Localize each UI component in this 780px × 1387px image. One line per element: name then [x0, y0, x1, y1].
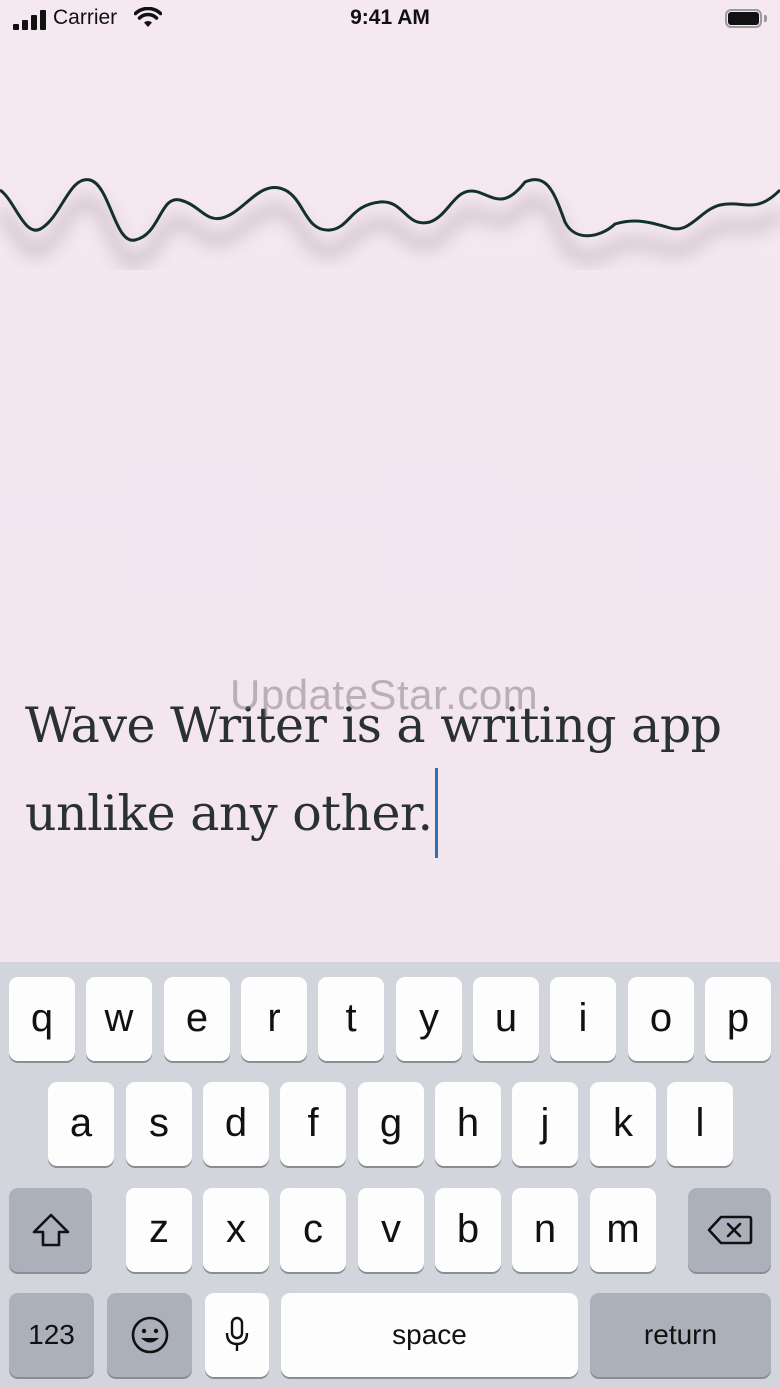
status-bar: Carrier 9:41 AM: [0, 0, 780, 40]
key-r[interactable]: r: [241, 977, 307, 1061]
key-u[interactable]: u: [473, 977, 539, 1061]
key-e[interactable]: e: [164, 977, 230, 1061]
key-x[interactable]: x: [203, 1188, 269, 1272]
key-d[interactable]: d: [203, 1082, 269, 1166]
key-o[interactable]: o: [628, 977, 694, 1061]
key-j[interactable]: j: [512, 1082, 578, 1166]
watermark: UpdateStar.com: [230, 671, 539, 718]
key-h[interactable]: h: [435, 1082, 501, 1166]
key-f[interactable]: f: [280, 1082, 346, 1166]
key-s[interactable]: s: [126, 1082, 192, 1166]
key-i[interactable]: i: [550, 977, 616, 1061]
key-g[interactable]: g: [358, 1082, 424, 1166]
delete-key[interactable]: [688, 1188, 771, 1272]
key-w[interactable]: w: [86, 977, 152, 1061]
emoji-icon: [131, 1316, 168, 1354]
status-time: 9:41 AM: [350, 6, 430, 29]
numbers-key[interactable]: 123: [9, 1293, 94, 1377]
emoji-key[interactable]: [107, 1293, 192, 1377]
key-b[interactable]: b: [435, 1188, 501, 1272]
key-v[interactable]: v: [358, 1188, 424, 1272]
battery-icon: [725, 9, 767, 28]
return-key[interactable]: return: [590, 1293, 771, 1377]
text-caret: [434, 767, 438, 858]
key-l[interactable]: l: [667, 1082, 733, 1166]
shift-icon: [32, 1213, 69, 1247]
key-n[interactable]: n: [512, 1188, 578, 1272]
key-z[interactable]: z: [126, 1188, 192, 1272]
backspace-icon: [707, 1215, 752, 1245]
key-a[interactable]: a: [48, 1082, 114, 1166]
space-key[interactable]: space: [281, 1293, 578, 1377]
key-q[interactable]: q: [9, 977, 75, 1061]
key-k[interactable]: k: [590, 1082, 656, 1166]
app-screen: Carrier 9:41 AM Wave Writer is a writing…: [0, 0, 780, 1387]
microphone-icon: [225, 1316, 249, 1351]
key-p[interactable]: p: [705, 977, 771, 1061]
keyboard: q w e r t y u i o p a s d f g h j k l z …: [0, 962, 780, 1387]
wave-line: [0, 178, 780, 267]
key-c[interactable]: c: [280, 1188, 346, 1272]
dictation-key[interactable]: [205, 1293, 269, 1377]
shift-key[interactable]: [9, 1188, 92, 1272]
key-m[interactable]: m: [590, 1188, 656, 1272]
key-y[interactable]: y: [396, 977, 462, 1061]
key-t[interactable]: t: [318, 977, 384, 1061]
